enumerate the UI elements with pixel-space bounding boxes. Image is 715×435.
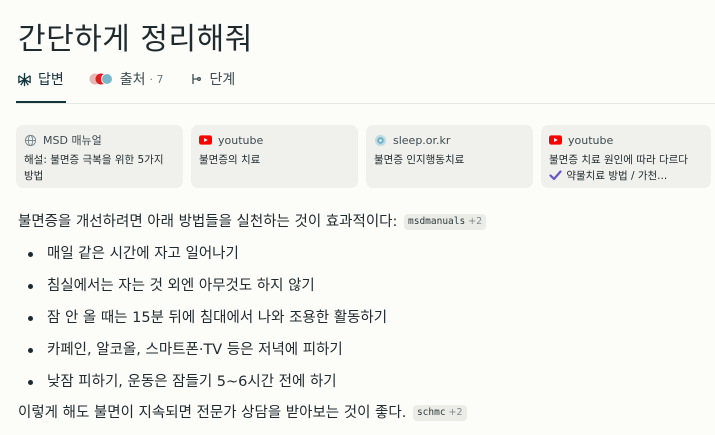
answer-intro-text: 불면증을 개선하려면 아래 방법들을 실천하는 것이 효과적이다:: [18, 214, 398, 230]
citation-more: +2: [448, 407, 463, 418]
citation-badge[interactable]: schmc +2: [412, 404, 467, 421]
source-favicons-icon: [88, 71, 114, 87]
source-card[interactable]: youtube 불면증의 치료: [191, 125, 358, 188]
source-title: 불면증의 치료: [199, 154, 261, 166]
sleep-site-icon: [374, 134, 387, 147]
source-title: 해설: 불면증 극복을 위한 5가지 방법: [24, 154, 164, 182]
answer-closing-text: 이렇게 해도 불면이 지속되면 전문가 상담을 받아보는 것이 좋다.: [18, 405, 407, 421]
tab-answer-label: 답변: [38, 72, 64, 88]
source-title: 불면증 인지행동치료: [374, 154, 465, 166]
source-site: MSD 매뉴얼: [43, 134, 102, 147]
source-site: youtube: [218, 133, 264, 147]
answer-closing: 이렇게 해도 불면이 지속되면 전문가 상담을 받아보는 것이 좋다. schm…: [18, 403, 708, 424]
list-item: 침실에서는 자는 것 외엔 아무것도 하지 않기: [18, 276, 708, 308]
checkmark-icon: [549, 170, 563, 186]
youtube-icon: [199, 134, 212, 147]
answer-body: 불면증을 개선하려면 아래 방법들을 실천하는 것이 효과적이다: msdman…: [18, 212, 708, 424]
source-site: youtube: [568, 133, 614, 147]
source-title-part: 약물치료 방법 / 가천...: [566, 170, 668, 182]
list-item: 낮잠 피하기, 운동은 잠들기 5~6시간 전에 하기: [18, 372, 708, 404]
tab-steps[interactable]: 단계: [188, 66, 236, 92]
answer-intro: 불면증을 개선하려면 아래 방법들을 실천하는 것이 효과적이다: msdman…: [18, 212, 708, 233]
tabs-divider: [16, 103, 715, 104]
globe-icon: [24, 134, 37, 147]
youtube-icon: [549, 134, 562, 147]
citation-badge[interactable]: msdmanuals +2: [404, 213, 487, 230]
source-card[interactable]: youtube 불면증 치료 원인에 따라 다르다 약물치료 방법 / 가천..…: [541, 125, 711, 188]
citation-name: schmc: [416, 407, 446, 418]
perplexity-icon: [16, 71, 32, 87]
source-site: sleep.or.kr: [393, 133, 451, 147]
page-title: 간단하게 정리해줘: [18, 22, 253, 57]
list-item: 매일 같은 시간에 자고 일어나기: [18, 244, 708, 276]
list-item: 카페인, 알코올, 스마트폰·TV 등은 저녁에 피하기: [18, 340, 708, 372]
source-title: 불면증 치료 원인에 따라 다르다 약물치료 방법 / 가천...: [549, 152, 703, 186]
tab-steps-label: 단계: [209, 72, 236, 88]
tab-sources[interactable]: 출처 · 7: [88, 66, 164, 92]
source-card[interactable]: MSD 매뉴얼 해설: 불면증 극복을 위한 5가지 방법: [16, 125, 183, 188]
tab-sources-count: · 7: [149, 72, 164, 86]
list-item: 잠 안 올 때는 15분 뒤에 침대에서 나와 조용한 활동하기: [18, 308, 708, 340]
tab-sources-label: 출처: [119, 72, 146, 88]
steps-icon: [188, 71, 204, 87]
citation-more: +2: [468, 216, 483, 227]
citation-name: msdmanuals: [408, 216, 466, 227]
source-card[interactable]: sleep.or.kr 불면증 인지행동치료: [366, 125, 533, 188]
answer-list: 매일 같은 시간에 자고 일어나기 침실에서는 자는 것 외엔 아무것도 하지 …: [18, 244, 708, 404]
tab-answer[interactable]: 답변: [16, 66, 64, 92]
source-title-part: 불면증 치료 원인에 따라 다르다: [549, 154, 688, 166]
tab-bar: 답변 출처 · 7 단계: [16, 66, 259, 106]
sources-row: MSD 매뉴얼 해설: 불면증 극복을 위한 5가지 방법 youtube 불면…: [16, 125, 711, 188]
